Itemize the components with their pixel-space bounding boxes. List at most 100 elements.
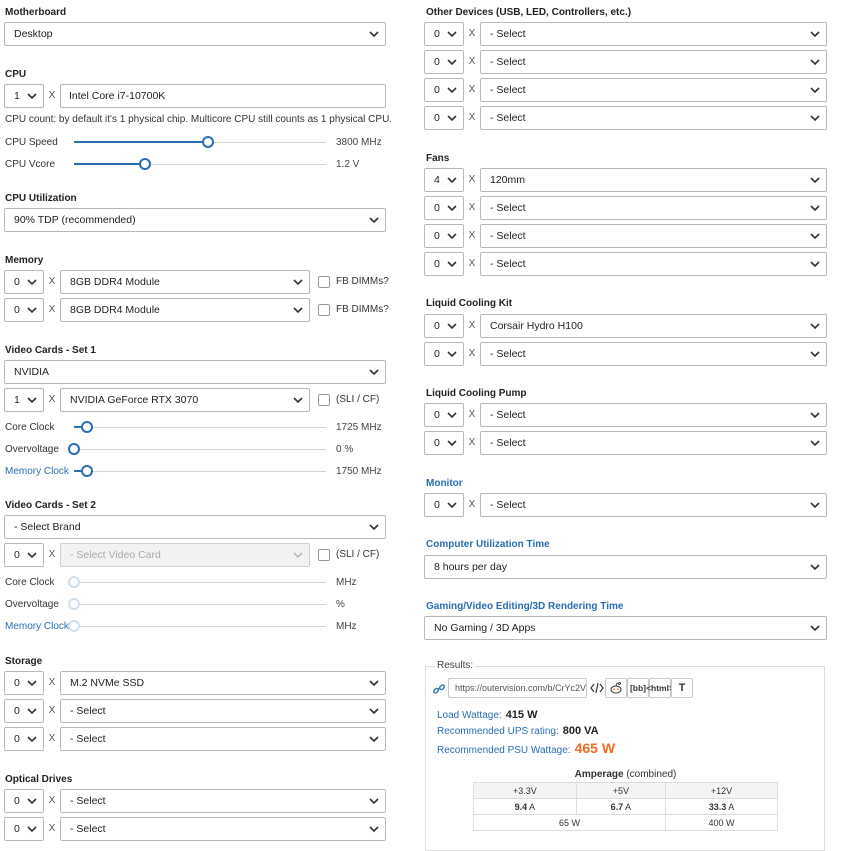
other-device-select[interactable]: - Select	[480, 78, 827, 102]
other-count-select[interactable]: 0	[424, 22, 464, 46]
liquid-pump-count-select[interactable]: 0	[424, 431, 464, 455]
fb-dimms-checkbox[interactable]	[318, 276, 330, 288]
liquid-kit-value: Corsair Hydro H100	[490, 320, 583, 332]
vc1-card-select[interactable]: NVIDIA GeForce RTX 3070	[60, 388, 310, 412]
vc2-card-select[interactable]: - Select Video Card	[60, 543, 310, 567]
fans-count-select[interactable]: 0	[424, 196, 464, 220]
storage-count-select[interactable]: 0	[4, 727, 44, 751]
vc1-sli-checkbox[interactable]	[318, 394, 330, 406]
other-count-select[interactable]: 0	[424, 50, 464, 74]
vc2-memory-clock-slider-handle[interactable]	[68, 620, 80, 632]
memory-count-select[interactable]: 0	[4, 298, 44, 322]
ups-rating-value: 800 VA	[562, 725, 599, 737]
text-share-button[interactable]: T	[671, 678, 693, 698]
fan-size-select[interactable]: 120mm	[480, 168, 827, 192]
optical-count-select[interactable]: 0	[4, 817, 44, 841]
storage-count-select[interactable]: 0	[4, 671, 44, 695]
storage-count-value: 0	[14, 677, 20, 689]
cpu-vcore-slider-handle[interactable]	[139, 158, 151, 170]
other-count-select[interactable]: 0	[424, 106, 464, 130]
fan-size-select[interactable]: - Select	[480, 196, 827, 220]
share-url-field[interactable]: https://outervision.com/b/CrYc2V	[448, 678, 587, 698]
rail-name: +12V	[665, 782, 778, 799]
monitor-count-select[interactable]: 0	[424, 493, 464, 517]
utilization-time-value: 8 hours per day	[434, 561, 507, 573]
monitor-count-value: 0	[434, 499, 440, 511]
monitor-select[interactable]: - Select	[480, 493, 827, 517]
multiply-sign: X	[48, 394, 56, 405]
cpu-count-select[interactable]: 1	[4, 84, 44, 108]
cpu-model-input[interactable]: Intel Core i7-10700K	[60, 84, 386, 108]
liquid-kit-select[interactable]: - Select	[480, 342, 827, 366]
rail-amp-value: 6.7	[610, 801, 624, 812]
gaming-time-select[interactable]: No Gaming / 3D Apps	[424, 616, 827, 640]
liquid-kit-count-select[interactable]: 0	[424, 314, 464, 338]
memory-count-value: 0	[14, 276, 20, 288]
fans-count-select[interactable]: 0	[424, 224, 464, 248]
chevron-down-icon	[27, 93, 37, 100]
liquid-pump-select[interactable]: - Select	[480, 431, 827, 455]
liquid-kit-select[interactable]: Corsair Hydro H100	[480, 314, 827, 338]
liquid-pump-select[interactable]: - Select	[480, 403, 827, 427]
chevron-down-icon	[447, 177, 457, 184]
optical-count-select[interactable]: 0	[4, 789, 44, 813]
liquid-kit-count-select[interactable]: 0	[424, 342, 464, 366]
amperage-heading: Amperage	[574, 769, 624, 780]
storage-device-select[interactable]: - Select	[60, 727, 386, 751]
cpu-utilization-select[interactable]: 90% TDP (recommended)	[4, 208, 386, 232]
vc1-core-clock-slider-handle[interactable]	[81, 421, 93, 433]
chevron-down-icon	[447, 440, 457, 447]
storage-device-select[interactable]: M.2 NVMe SSD	[60, 671, 386, 695]
rail-name: +5V	[575, 782, 667, 799]
reddit-share-button[interactable]	[605, 678, 627, 698]
storage-device-select[interactable]: - Select	[60, 699, 386, 723]
vc2-brand-select[interactable]: - Select Brand	[4, 515, 386, 539]
storage-count-select[interactable]: 0	[4, 699, 44, 723]
monitor-heading[interactable]: Monitor	[426, 478, 463, 489]
psu-wattage-value: 465 W	[574, 740, 616, 756]
vc2-sli-checkbox[interactable]	[318, 549, 330, 561]
vc2-overvoltage-slider-handle[interactable]	[68, 598, 80, 610]
liquid-pump-count-select[interactable]: 0	[424, 403, 464, 427]
motherboard-select[interactable]: Desktop	[4, 22, 386, 46]
vc1-memory-clock-slider-handle[interactable]	[81, 465, 93, 477]
fan-size-select[interactable]: - Select	[480, 252, 827, 276]
utilization-time-heading[interactable]: Computer Utilization Time	[426, 539, 550, 550]
fans-count-select[interactable]: 0	[424, 252, 464, 276]
fan-size-select[interactable]: - Select	[480, 224, 827, 248]
other-count-select[interactable]: 0	[424, 78, 464, 102]
storage-device-value: - Select	[70, 705, 106, 717]
other-device-select[interactable]: - Select	[480, 50, 827, 74]
memory-module-select[interactable]: 8GB DDR4 Module	[60, 270, 310, 294]
chevron-down-icon	[27, 680, 37, 687]
embed-code-icon[interactable]	[590, 681, 604, 695]
link-icon[interactable]	[432, 682, 446, 696]
vc1-count-select[interactable]: 1	[4, 388, 44, 412]
liquid-cooling-kit-heading: Liquid Cooling Kit	[426, 298, 513, 309]
cpu-speed-slider-handle[interactable]	[202, 136, 214, 148]
memory-count-select[interactable]: 0	[4, 270, 44, 294]
vc2-memory-clock-label: Memory Clock	[5, 621, 69, 632]
other-device-select[interactable]: - Select	[480, 106, 827, 130]
utilization-time-select[interactable]: 8 hours per day	[424, 555, 827, 579]
fans-count-select[interactable]: 4	[424, 168, 464, 192]
vc1-core-clock-label: Core Clock	[5, 422, 55, 433]
cpu-speed-fill	[74, 141, 208, 143]
chevron-down-icon	[369, 524, 379, 531]
liquid-kit-count-value: 0	[434, 348, 440, 360]
vc1-overvoltage-slider-handle[interactable]	[68, 443, 80, 455]
html-share-button[interactable]: <html>	[646, 678, 674, 698]
chevron-down-icon	[293, 307, 303, 314]
chevron-down-icon	[369, 680, 379, 687]
optical-drive-select[interactable]: - Select	[60, 789, 386, 813]
gaming-time-heading[interactable]: Gaming/Video Editing/3D Rendering Time	[426, 601, 623, 612]
other-device-select[interactable]: - Select	[480, 22, 827, 46]
multiply-sign: X	[468, 28, 476, 39]
memory-module-select[interactable]: 8GB DDR4 Module	[60, 298, 310, 322]
chevron-down-icon	[293, 279, 303, 286]
vc1-brand-select[interactable]: NVIDIA	[4, 360, 386, 384]
vc2-count-select[interactable]: 0	[4, 543, 44, 567]
vc2-core-clock-slider-handle[interactable]	[68, 576, 80, 588]
optical-drive-select[interactable]: - Select	[60, 817, 386, 841]
fb-dimms-checkbox[interactable]	[318, 304, 330, 316]
